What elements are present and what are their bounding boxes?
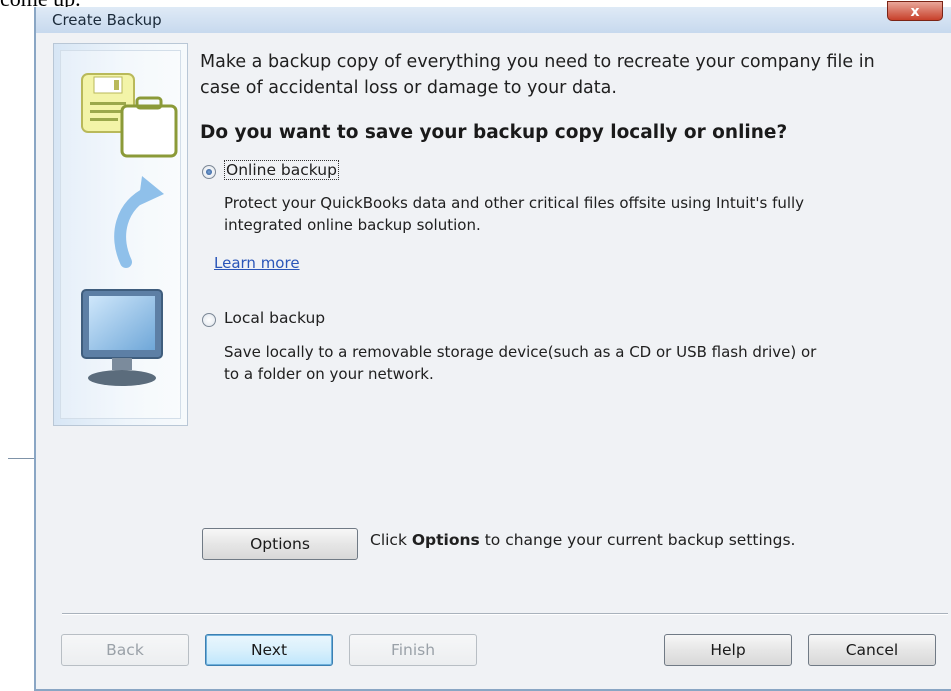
monitor-icon [81, 289, 163, 386]
next-button[interactable]: Next [205, 634, 333, 666]
back-button[interactable]: Back [61, 634, 189, 666]
cancel-button[interactable]: Cancel [808, 634, 936, 666]
question-heading: Do you want to save your backup copy loc… [200, 122, 788, 143]
local-backup-description: Save locally to a removable storage devi… [224, 343, 817, 383]
options-button[interactable]: Options [202, 528, 358, 560]
options-hint-bold: Options [411, 531, 480, 549]
create-backup-dialog: Create Backup x Make a backup copy of ev… [34, 1, 951, 691]
help-button[interactable]: Help [664, 634, 792, 666]
options-hint: Click Options to change your current bac… [370, 531, 795, 549]
local-backup-radio[interactable] [202, 313, 216, 327]
footer-separator [62, 613, 948, 615]
backup-illustration [81, 73, 178, 386]
title-bar: Create Backup x [36, 1, 951, 33]
illustration-panel [53, 43, 188, 426]
online-backup-radio[interactable] [202, 165, 216, 179]
close-icon: x [910, 4, 920, 20]
window-title: Create Backup [52, 11, 162, 29]
background-line [8, 458, 34, 459]
briefcase-icon [120, 96, 178, 158]
close-button[interactable]: x [887, 1, 943, 21]
online-backup-label[interactable]: Online backup [224, 160, 339, 180]
online-backup-description: Protect your QuickBooks data and other c… [224, 194, 805, 234]
intro-text: Make a backup copy of everything you nee… [200, 52, 875, 98]
options-hint-suffix: to change your current backup settings. [479, 531, 796, 549]
curved-arrow-icon [114, 176, 164, 268]
local-backup-label[interactable]: Local backup [224, 309, 325, 327]
options-hint-prefix: Click [370, 531, 412, 549]
finish-button[interactable]: Finish [349, 634, 477, 666]
learn-more-link[interactable]: Learn more [214, 254, 300, 272]
